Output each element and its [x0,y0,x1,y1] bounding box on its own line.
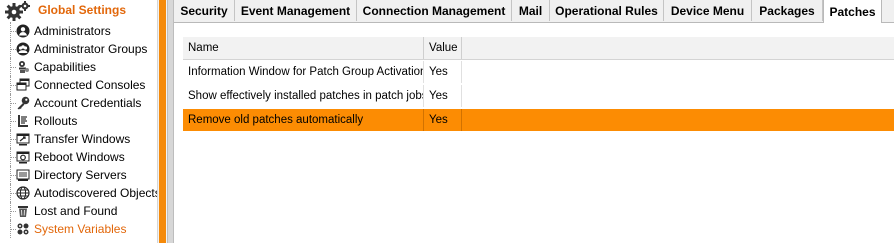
column-header-name[interactable]: Name [183,37,424,59]
tab-connection-management[interactable]: Connection Management [357,0,512,21]
table-row[interactable]: Show effectively installed patches in pa… [183,85,894,107]
tab-security[interactable]: Security [174,0,235,21]
tab-device-menu[interactable]: Device Menu [664,0,752,21]
tree-item-label: System Variables [34,222,127,236]
gear-icon [4,1,32,24]
tree-item-reboot-windows[interactable]: Reboot Windows [0,148,157,166]
table-row-selected[interactable]: Remove old patches automatically Yes [183,109,894,131]
cell-value[interactable]: Yes [424,85,462,107]
trash-icon [16,204,30,218]
cell-name: Information Window for Patch Group Activ… [183,61,424,83]
tree-item-administrators[interactable]: Administrators [0,22,157,40]
tree-item-transfer-windows[interactable]: Transfer Windows [0,130,157,148]
key-icon [16,96,30,110]
tree-item-label: Connected Consoles [34,78,146,92]
consoles-icon [16,78,30,92]
tree-item-administrator-groups[interactable]: Administrator Groups [0,40,157,58]
table-row[interactable]: Information Window for Patch Group Activ… [183,61,894,83]
tab-overflow[interactable] [882,0,894,21]
patches-panel: Name Value Information Window for Patch … [174,23,894,243]
tree-item-label: Administrator Groups [34,42,148,56]
settings-tree: Global Settings Administrators Administr… [0,0,157,243]
variables-icon [16,222,30,236]
panel-splitter[interactable] [167,0,174,243]
tree-scrollbar[interactable] [157,0,167,243]
tree-item-label: Capabilities [34,60,97,74]
tree-item-label: Autodiscovered Objects [34,186,157,200]
tab-label: Mail [518,3,543,18]
tab-label: Event Management [240,3,351,18]
tree-scrollbar-thumb[interactable] [159,0,166,243]
tree-item-label: Transfer Windows [34,132,131,146]
tab-packages[interactable]: Packages [752,0,823,21]
tree-root-global-settings[interactable]: Global Settings [0,0,157,21]
tree-item-label: Administrators [34,24,111,38]
tab-operational-rules[interactable]: Operational Rules [550,0,664,21]
capabilities-icon [16,60,30,74]
tab-mail[interactable]: Mail [512,0,550,21]
tab-label: Device Menu [670,3,745,18]
tree-item-label: Reboot Windows [34,150,125,164]
tree-item-label: Account Credentials [34,96,142,110]
cell-value[interactable]: Yes [424,109,462,131]
reboot-window-icon [16,150,30,164]
tree-item-label: Rollouts [34,114,78,128]
settings-tab-bar: Security Event Management Connection Man… [174,0,894,23]
rollouts-icon [16,114,30,128]
cell-name: Remove old patches automatically [183,109,424,131]
tree-item-account-credentials[interactable]: Account Credentials [0,94,157,112]
globe-icon [16,186,30,200]
grid-header: Name Value [183,37,894,60]
tab-label: Operational Rules [555,3,658,18]
tree-item-label: Directory Servers [34,168,127,182]
tab-event-management[interactable]: Event Management [235,0,357,21]
tree-item-directory-servers[interactable]: Directory Servers [0,166,157,184]
tree-item-label: Lost and Found [34,204,118,218]
administrator-icon [16,24,30,38]
tab-label: Security [180,3,228,18]
administrator-groups-icon [16,42,30,56]
tree-item-rollouts[interactable]: Rollouts [0,112,157,130]
tree-item-connected-consoles[interactable]: Connected Consoles [0,76,157,94]
column-header-value[interactable]: Value [424,37,462,59]
tab-label: Connection Management [362,3,506,18]
tab-label: Patches [829,4,876,19]
cell-value[interactable]: Yes [424,61,462,83]
tree-item-capabilities[interactable]: Capabilities [0,58,157,76]
tab-label: Packages [759,3,815,18]
cell-name: Show effectively installed patches in pa… [183,85,424,107]
tab-patches[interactable]: Patches [823,0,882,23]
transfer-window-icon [16,132,30,146]
directory-server-icon [16,168,30,182]
tree-item-autodiscovered-objects[interactable]: Autodiscovered Objects [0,184,157,202]
tree-item-lost-and-found[interactable]: Lost and Found [0,202,157,220]
tree-root-label: Global Settings [38,3,127,17]
tree-item-system-variables[interactable]: System Variables [0,220,157,238]
